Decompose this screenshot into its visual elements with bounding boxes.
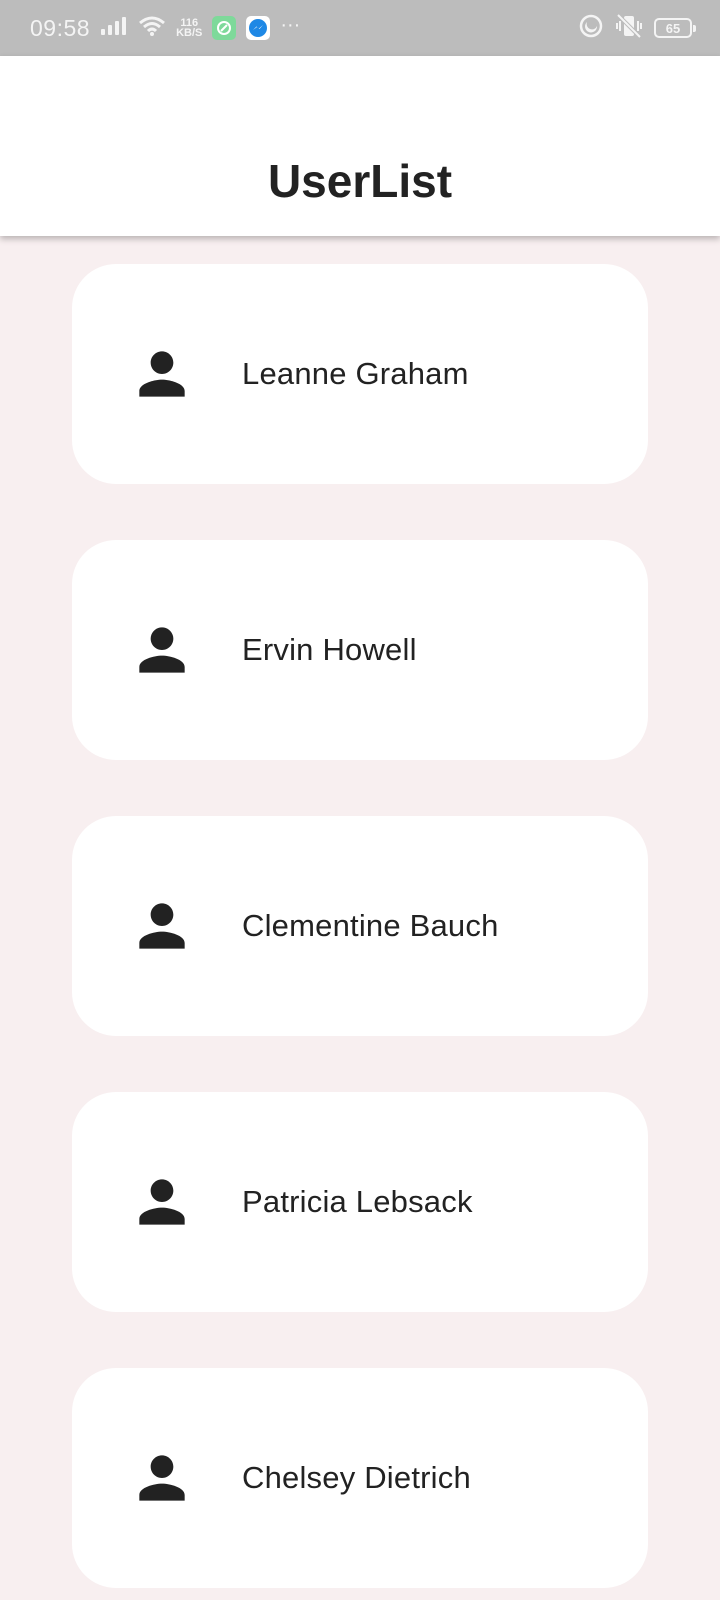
- signal-icon: [100, 16, 128, 41]
- person-icon: [128, 1168, 196, 1236]
- user-card[interactable]: Patricia Lebsack: [72, 1092, 648, 1312]
- user-name: Chelsey Dietrich: [242, 1460, 471, 1495]
- user-name: Leanne Graham: [242, 356, 469, 391]
- user-card[interactable]: Clementine Bauch: [72, 816, 648, 1036]
- user-card[interactable]: Leanne Graham: [72, 264, 648, 484]
- status-bar-left: 09:58 116 KB/S ···: [30, 13, 301, 42]
- battery-level: 65: [665, 20, 681, 36]
- wifi-icon: [138, 15, 166, 42]
- status-bar-right: 65: [578, 13, 696, 44]
- network-speed: 116 KB/S: [176, 18, 203, 39]
- person-icon: [128, 340, 196, 408]
- messenger-icon: [246, 16, 271, 40]
- status-bar: 09:58 116 KB/S ··· 65: [0, 0, 720, 56]
- person-icon: [128, 892, 196, 960]
- user-name: Patricia Lebsack: [242, 1184, 473, 1219]
- battery-icon: 65: [654, 18, 696, 38]
- app-notification-icon: [212, 16, 237, 40]
- person-icon: [128, 616, 196, 684]
- user-card[interactable]: Ervin Howell: [72, 540, 648, 760]
- user-name: Ervin Howell: [242, 632, 417, 667]
- more-notifications-icon: ···: [280, 13, 301, 36]
- user-card[interactable]: Chelsey Dietrich: [72, 1368, 648, 1588]
- page-title: UserList: [267, 155, 453, 207]
- app-bar: UserList: [0, 56, 720, 236]
- do-not-disturb-icon: [578, 13, 604, 44]
- network-speed-unit: KB/S: [176, 27, 203, 39]
- person-icon: [128, 1444, 196, 1512]
- user-name: Clementine Bauch: [242, 908, 499, 943]
- user-list[interactable]: Leanne Graham Ervin Howell Clementine Ba…: [0, 236, 720, 1600]
- vibrate-off-icon: [614, 13, 644, 44]
- clock: 09:58: [30, 14, 91, 41]
